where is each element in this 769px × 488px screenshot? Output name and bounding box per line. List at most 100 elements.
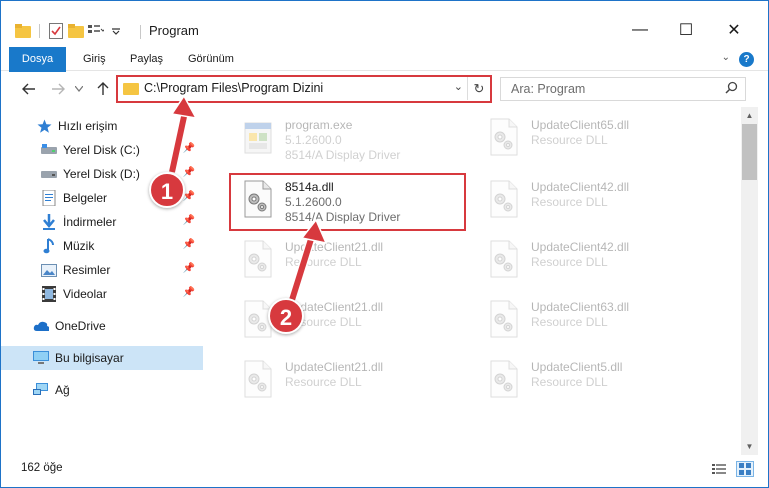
close-icon: ✕: [727, 22, 741, 39]
sidebar-item-videos[interactable]: Videolar 📌: [1, 282, 203, 306]
sidebar-item-label: Videolar: [63, 287, 107, 301]
minimize-button[interactable]: —: [617, 15, 663, 45]
maximize-button[interactable]: ☐: [663, 15, 709, 45]
forward-button[interactable]: [48, 79, 68, 99]
sidebar-item-network[interactable]: Ağ: [1, 378, 203, 402]
sidebar-item-label: Resimler: [63, 263, 111, 277]
file-version: 5.1.2600.0: [285, 133, 342, 147]
refresh-button[interactable]: ↻: [467, 77, 490, 100]
address-bar[interactable]: C:\Program Files\Program Dizini ⌄ ↻: [116, 75, 492, 103]
file-item[interactable]: UpdateClient42.dll Resource DLL: [475, 173, 710, 225]
pin-icon[interactable]: 📌: [183, 287, 195, 298]
video-icon: [41, 286, 57, 302]
cloud-icon: [33, 318, 49, 334]
sidebar-item-label: İndirmeler: [63, 215, 117, 229]
pin-icon[interactable]: 📌: [183, 263, 195, 274]
sidebar-item-label: Bu bilgisayar: [55, 351, 124, 365]
search-placeholder: Ara: Program: [511, 82, 586, 96]
tiles-view-icon: [739, 463, 751, 475]
close-button[interactable]: ✕: [711, 15, 757, 45]
dll-file-icon: [487, 299, 521, 339]
properties-icon[interactable]: [48, 23, 64, 39]
network-icon: [33, 382, 49, 398]
tab-home[interactable]: Giriş: [72, 47, 117, 71]
dll-file-icon: [241, 359, 275, 399]
address-dropdown-icon[interactable]: ⌄: [454, 80, 463, 93]
highlight-box: [229, 173, 466, 231]
file-description: Resource DLL: [285, 255, 362, 269]
file-name: UpdateClient42.dll: [531, 240, 630, 254]
explorer-window: Program — ☐ ✕ Dosya Giriş Paylaş Görünüm…: [0, 0, 769, 488]
folder-icon: [123, 83, 139, 95]
maximize-icon: ☐: [678, 22, 694, 39]
tab-share[interactable]: Paylaş: [119, 47, 174, 71]
star-icon: [36, 118, 52, 134]
window-title: Program: [149, 23, 199, 38]
customize-toolbar-icon[interactable]: [88, 23, 104, 39]
exe-file-icon: [241, 117, 275, 157]
back-button[interactable]: [19, 79, 39, 99]
file-description: Resource DLL: [285, 375, 362, 389]
file-item[interactable]: UpdateClient21.dll Resource DLL: [229, 293, 464, 345]
folder-icon: [15, 23, 31, 39]
new-folder-icon[interactable]: [68, 23, 84, 39]
file-item[interactable]: UpdateClient42.dll Resource DLL: [475, 233, 710, 285]
sidebar-item-pictures[interactable]: Resimler 📌: [1, 258, 203, 282]
up-button[interactable]: [93, 79, 113, 99]
dll-file-icon: [487, 117, 521, 157]
title-divider: [140, 25, 141, 39]
computer-icon: [33, 350, 49, 366]
sidebar-item-label: OneDrive: [55, 319, 106, 333]
file-item[interactable]: UpdateClient65.dll Resource DLL: [475, 111, 710, 163]
sidebar-item-this-pc[interactable]: Bu bilgisayar: [1, 346, 203, 370]
step-1-callout: 1: [149, 172, 185, 208]
sidebar-item-label: Hızlı erişim: [58, 119, 118, 133]
file-list: program.exe 5.1.2600.0 8514/A Display Driv…: [208, 107, 741, 455]
dll-file-icon: [487, 179, 521, 219]
search-icon[interactable]: [725, 81, 738, 97]
scroll-down-icon[interactable]: ▼: [741, 438, 758, 455]
download-icon: [41, 214, 57, 230]
drive-icon: [41, 142, 57, 158]
minimize-icon: —: [632, 21, 648, 38]
pin-icon[interactable]: 📌: [183, 143, 195, 154]
scroll-up-icon[interactable]: ▲: [741, 107, 758, 124]
file-name: UpdateClient42.dll: [531, 180, 630, 194]
quick-access-toolbar: [15, 21, 124, 41]
file-description: 8514/A Display Driver: [285, 148, 401, 162]
sidebar-item-local-disk-c[interactable]: Yerel Disk (C:) 📌: [1, 138, 203, 162]
tiles-view-button[interactable]: [736, 461, 754, 477]
file-name: UpdateClient5.dll: [531, 360, 623, 374]
music-icon: [41, 238, 57, 254]
pin-icon[interactable]: 📌: [183, 215, 195, 226]
vertical-scrollbar[interactable]: ▲ ▼: [741, 107, 758, 455]
dropdown-arrow-icon[interactable]: [108, 23, 124, 39]
file-item[interactable]: program.exe 5.1.2600.0 8514/A Display Driv…: [229, 111, 464, 163]
file-item[interactable]: UpdateClient63.dll Resource DLL: [475, 293, 710, 345]
sidebar-item-label: Yerel Disk (D:): [63, 167, 140, 181]
sidebar-item-label: Müzik: [63, 239, 95, 253]
file-item[interactable]: UpdateClient21.dll Resource DLL: [229, 233, 464, 285]
address-path[interactable]: C:\Program Files\Program Dizini: [144, 81, 323, 95]
scroll-thumb[interactable]: [742, 124, 757, 180]
tab-view[interactable]: Görünüm: [177, 47, 245, 71]
drive-icon: [41, 166, 57, 182]
details-view-icon: [712, 464, 726, 474]
details-view-button[interactable]: [710, 461, 728, 477]
expand-ribbon-icon[interactable]: ⌄: [722, 52, 730, 63]
search-input[interactable]: Ara: Program: [500, 77, 746, 101]
sidebar-item-music[interactable]: Müzik 📌: [1, 234, 203, 258]
toolbar-divider: [39, 24, 40, 38]
status-bar: 162 öğe: [1, 457, 768, 481]
pin-icon[interactable]: 📌: [183, 239, 195, 250]
pin-icon[interactable]: 📌: [183, 167, 195, 178]
file-name: UpdateClient63.dll: [531, 300, 630, 314]
recent-locations-button[interactable]: [69, 79, 89, 99]
sidebar-item-downloads[interactable]: İndirmeler 📌: [1, 210, 203, 234]
file-item[interactable]: UpdateClient5.dll Resource DLL: [475, 353, 710, 405]
file-item[interactable]: UpdateClient21.dll Resource DLL: [229, 353, 464, 405]
sidebar-item-onedrive[interactable]: OneDrive: [1, 314, 203, 338]
file-description: Resource DLL: [531, 375, 608, 389]
sidebar-item-quick-access[interactable]: Hızlı erişim: [1, 114, 203, 138]
help-icon[interactable]: ?: [739, 52, 754, 67]
